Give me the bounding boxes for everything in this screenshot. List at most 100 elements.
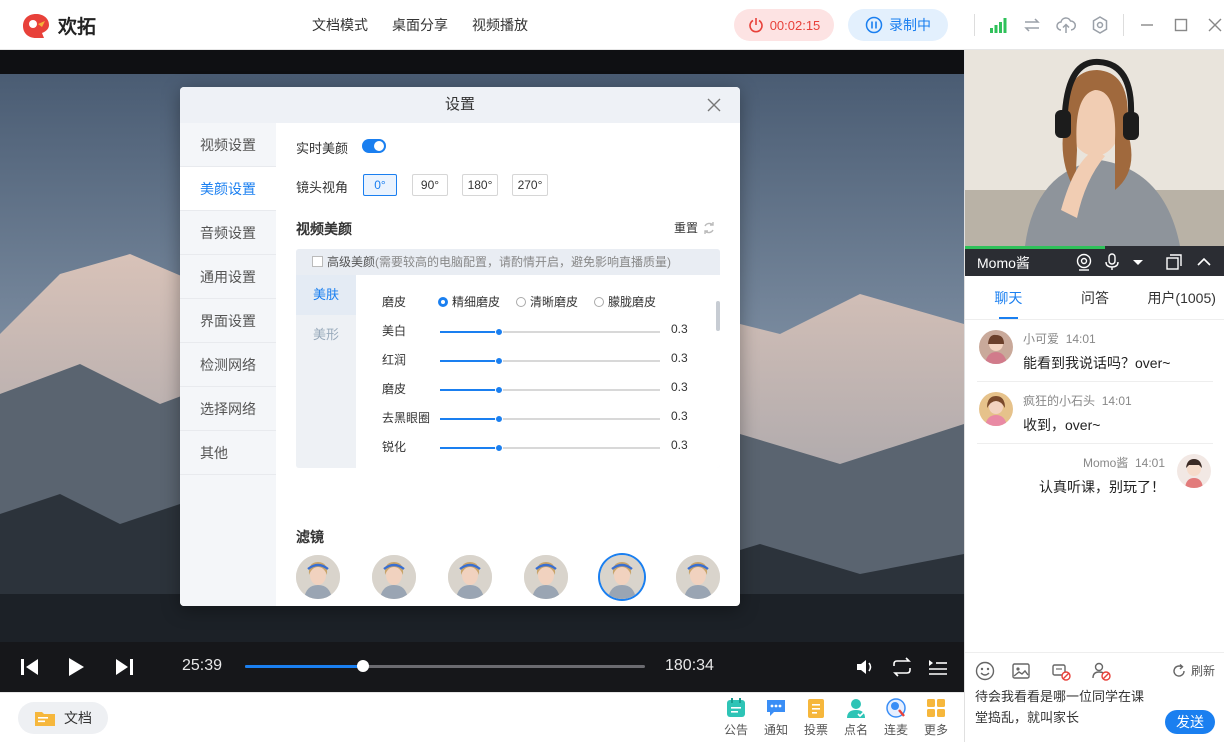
tab-desktop-share[interactable]: 桌面分享 — [380, 0, 460, 50]
record-button[interactable]: 录制中 — [848, 9, 948, 41]
slider-rosy[interactable] — [440, 357, 660, 365]
switch-button[interactable] — [1015, 0, 1049, 50]
radio-clear-smoothing[interactable]: 清晰磨皮 — [516, 293, 578, 310]
slider-sharpen[interactable] — [440, 444, 660, 452]
nav-select-network[interactable]: 选择网络 — [180, 387, 276, 431]
filter-option[interactable]: 粉嫩 — [448, 555, 524, 606]
slider-handle[interactable] — [495, 357, 504, 365]
emoji-icon[interactable] — [975, 661, 995, 681]
slider-handle[interactable] — [495, 444, 504, 452]
maximize-button[interactable] — [1164, 0, 1198, 50]
nav-other[interactable]: 其他 — [180, 431, 276, 475]
network-signal[interactable] — [981, 0, 1015, 50]
tab-chat[interactable]: 聊天 — [965, 276, 1052, 319]
slider-handle[interactable] — [495, 386, 504, 394]
progress-bar[interactable] — [245, 660, 645, 672]
filter-option[interactable]: 暖色调 — [676, 555, 740, 606]
slider-smoothing[interactable] — [440, 386, 660, 394]
angle-0-button[interactable]: 0° — [363, 174, 397, 196]
bottom-toolbar: 文档 公告 通知 投票 点名 连麦 更多 — [0, 692, 964, 742]
pop-out-icon[interactable] — [1165, 253, 1183, 271]
radio-dot — [594, 297, 605, 307]
angle-180-button[interactable]: 180° — [462, 174, 498, 196]
slider-dark-circles[interactable] — [440, 415, 660, 423]
collapse-icon[interactable] — [1195, 253, 1213, 271]
reset-icon — [704, 221, 714, 234]
chat-message-list: 小可爱 14:01 能看到我说话吗？over~ 疯狂的小石头 14:01 收到，… — [965, 320, 1224, 506]
mute-chat-icon[interactable] — [1051, 661, 1071, 681]
angle-270-button[interactable]: 270° — [512, 174, 548, 196]
slider-handle[interactable] — [495, 328, 504, 336]
ban-user-icon[interactable] — [1091, 661, 1111, 681]
send-button[interactable]: 发送 — [1165, 710, 1215, 734]
advanced-beauty-row[interactable]: 高级美颜(需要较高的电脑配置，请酌情开启，避免影响直播质量) — [296, 249, 720, 275]
volume-icon[interactable] — [854, 656, 878, 678]
filter-option[interactable]: 无 — [296, 555, 372, 606]
close-button[interactable] — [1198, 0, 1224, 50]
nav-video-settings[interactable]: 视频设置 — [180, 123, 276, 167]
radio-fine-smoothing[interactable]: 精细磨皮 — [438, 293, 500, 310]
tool-announcement[interactable]: 公告 — [716, 697, 756, 738]
filter-preview-image — [600, 555, 644, 599]
tab-doc-mode[interactable]: 文档模式 — [300, 0, 380, 50]
chevron-down-icon[interactable] — [1129, 253, 1147, 271]
end-class-button[interactable]: 00:02:15 — [734, 9, 834, 41]
tab-qa[interactable]: 问答 — [1052, 276, 1139, 319]
smoothing-type-label: 磨皮 — [382, 295, 407, 309]
tab-users[interactable]: 用户(1005) — [1138, 276, 1224, 319]
tool-notification[interactable]: 通知 — [756, 697, 796, 738]
angle-90-button[interactable]: 90° — [412, 174, 448, 196]
co-host-icon — [886, 698, 906, 718]
tool-co-host[interactable]: 连麦 — [876, 697, 916, 738]
reset-button[interactable]: 重置 — [674, 219, 716, 236]
minimize-button[interactable] — [1130, 0, 1164, 50]
settings-dialog: 设置 视频设置 美颜设置 音频设置 通用设置 界面设置 检测网络 选择网络 其他… — [180, 87, 740, 606]
close-icon[interactable] — [706, 97, 722, 113]
nav-network-test[interactable]: 检测网络 — [180, 343, 276, 387]
tool-more[interactable]: 更多 — [916, 697, 956, 738]
radio-hazy-smoothing[interactable]: 朦胧磨皮 — [594, 293, 656, 310]
slider-value-rosy: 0.3 — [671, 351, 688, 365]
tab-shape[interactable]: 美形 — [296, 315, 356, 355]
slider-handle[interactable] — [495, 415, 504, 423]
slider-label-rosy: 红润 — [382, 353, 407, 367]
next-icon[interactable] — [112, 656, 136, 678]
nav-label: 界面设置 — [200, 313, 256, 329]
filter-label: 粉嫩 — [372, 605, 416, 606]
chat-input[interactable]: 待会我看看是哪一位同学在课堂捣乱，就叫家长 — [975, 686, 1145, 728]
previous-icon[interactable] — [18, 656, 42, 678]
nav-interface-settings[interactable]: 界面设置 — [180, 299, 276, 343]
document-button[interactable]: 文档 — [18, 702, 108, 734]
filter-option[interactable]: 粉嫩 — [524, 555, 600, 606]
realtime-beauty-toggle[interactable] — [362, 139, 386, 153]
playlist-icon[interactable] — [926, 656, 950, 678]
nav-audio-settings[interactable]: 音频设置 — [180, 211, 276, 255]
slider-label-smoothing: 磨皮 — [382, 382, 407, 396]
camera-icon[interactable] — [1075, 253, 1093, 271]
upload-button[interactable] — [1049, 0, 1083, 50]
tab-video-play[interactable]: 视频播放 — [460, 0, 540, 50]
image-icon[interactable] — [1011, 661, 1031, 681]
filter-option[interactable]: 粉嫩 — [372, 555, 448, 606]
tool-vote[interactable]: 投票 — [796, 697, 836, 738]
tab-skin[interactable]: 美肤 — [296, 275, 356, 315]
avatar — [979, 330, 1013, 364]
loop-icon[interactable] — [890, 656, 914, 678]
nav-general-settings[interactable]: 通用设置 — [180, 255, 276, 299]
nav-label: 美颜设置 — [200, 181, 256, 197]
sender-name: Momo酱 — [1082, 456, 1129, 470]
avatar — [1177, 454, 1211, 488]
play-icon[interactable] — [64, 656, 88, 678]
advanced-beauty-checkbox[interactable] — [312, 256, 323, 267]
microphone-icon[interactable] — [1103, 253, 1121, 271]
refresh-button[interactable]: 刷新 — [1171, 662, 1215, 679]
slider-whitening[interactable] — [440, 328, 660, 336]
filter-option[interactable]: 冷色调 — [600, 555, 676, 606]
switch-icon — [1024, 18, 1040, 32]
nav-beauty-settings[interactable]: 美颜设置 — [180, 167, 276, 211]
message-text: 认真听课，别玩了！ — [1039, 479, 1165, 495]
tool-roll-call[interactable]: 点名 — [836, 697, 876, 738]
scrollbar[interactable] — [716, 301, 720, 331]
progress-handle[interactable] — [357, 660, 369, 672]
settings-button[interactable] — [1083, 0, 1117, 50]
